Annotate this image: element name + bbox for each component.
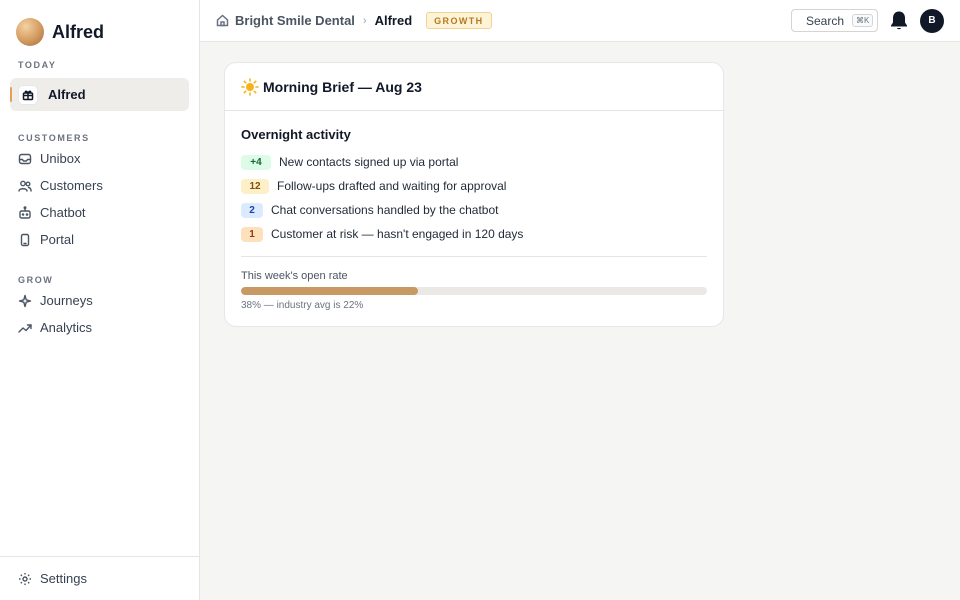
sidebar-item-label: Chatbot (40, 205, 86, 220)
divider (241, 256, 707, 257)
card-title: Morning Brief — Aug 23 (263, 78, 422, 95)
count-badge: 1 (241, 226, 263, 242)
brand-name: Alfred (52, 21, 105, 42)
home-icon[interactable] (216, 14, 229, 27)
sidebar-item-label: Analytics (40, 320, 93, 335)
sidebar: Alfred TODAY Alfred CUSTOMERS Unibox Cus… (0, 0, 200, 600)
avatar[interactable]: B (920, 8, 944, 33)
sidebar-item-portal[interactable]: Portal (0, 226, 199, 253)
overnight-heading: Overnight activity (241, 127, 351, 142)
sidebar-item-customers[interactable]: Customers (0, 172, 199, 199)
activity-text: New contacts signed up via portal (279, 155, 459, 169)
section-label-customers: CUSTOMERS (18, 133, 90, 143)
breadcrumb-current: Alfred (374, 13, 413, 28)
list-item: +4 New contacts signed up via portal (241, 150, 707, 174)
inbox-icon (18, 152, 32, 166)
section-label-today: TODAY (18, 60, 57, 70)
sidebar-item-settings[interactable]: Settings (0, 556, 199, 600)
search-label: Search (806, 13, 845, 28)
sidebar-item-unibox[interactable]: Unibox (0, 145, 199, 172)
sidebar-item-alfred[interactable]: Alfred (10, 78, 189, 111)
breadcrumb-org[interactable]: Bright Smile Dental (235, 13, 355, 28)
count-badge: +4 (241, 154, 271, 170)
sun-icon (241, 77, 259, 96)
search-shortcut: ⌘K (852, 14, 874, 27)
section-label-grow: GROW (18, 275, 54, 285)
main-content: Bright Smile Dental › Alfred GROWTH Sear… (200, 0, 960, 600)
open-rate-caption: 38% — industry avg is 22% (241, 300, 364, 311)
open-rate-label: This week's open rate (241, 270, 348, 282)
activity-text: Customer at risk — hasn't engaged in 120… (271, 227, 524, 241)
phone-icon (18, 233, 32, 247)
topbar-actions: Search ⌘K B (791, 8, 944, 33)
gift-icon (18, 84, 38, 105)
sidebar-item-label: Settings (40, 571, 87, 586)
card-header: Morning Brief — Aug 23 (225, 63, 723, 111)
gear-icon (19, 572, 31, 585)
list-item: 2 Chat conversations handled by the chat… (241, 198, 707, 222)
sidebar-item-journeys[interactable]: Journeys (0, 287, 199, 314)
open-rate-progress-fill (241, 287, 419, 295)
count-badge: 12 (241, 178, 269, 194)
sidebar-item-label: Customers (40, 178, 103, 193)
topbar: Bright Smile Dental › Alfred GROWTH Sear… (200, 0, 960, 42)
bot-icon (18, 205, 32, 220)
bell-icon[interactable] (888, 9, 910, 33)
sparkle-icon (18, 294, 32, 308)
activity-text: Chat conversations handled by the chatbo… (271, 203, 499, 217)
sidebar-item-chatbot[interactable]: Chatbot (0, 199, 199, 226)
search-button[interactable]: Search ⌘K (791, 9, 878, 32)
brand-logo-icon (16, 18, 44, 46)
count-badge: 2 (241, 202, 263, 218)
sidebar-item-label: Unibox (40, 151, 81, 166)
users-icon (18, 179, 32, 193)
open-rate-progress (241, 287, 707, 295)
sidebar-item-label: Portal (40, 232, 74, 247)
list-item: 12 Follow-ups drafted and waiting for ap… (241, 174, 707, 198)
sidebar-item-label: Journeys (40, 293, 93, 308)
morning-brief-card: Morning Brief — Aug 23 Overnight activit… (224, 62, 724, 327)
app-window: Alfred TODAY Alfred CUSTOMERS Unibox Cus… (0, 0, 960, 600)
brand[interactable]: Alfred (0, 0, 199, 64)
activity-text: Follow-ups drafted and waiting for appro… (277, 179, 507, 193)
trending-up-icon (18, 321, 32, 335)
card-body: Overnight activity +4 New contacts signe… (225, 111, 723, 311)
breadcrumb-separator: › (362, 14, 367, 27)
sidebar-item-label: Alfred (48, 87, 86, 102)
sidebar-item-analytics[interactable]: Analytics (0, 314, 199, 341)
list-item: 1 Customer at risk — hasn't engaged in 1… (241, 222, 707, 246)
plan-badge: GROWTH (426, 12, 492, 29)
